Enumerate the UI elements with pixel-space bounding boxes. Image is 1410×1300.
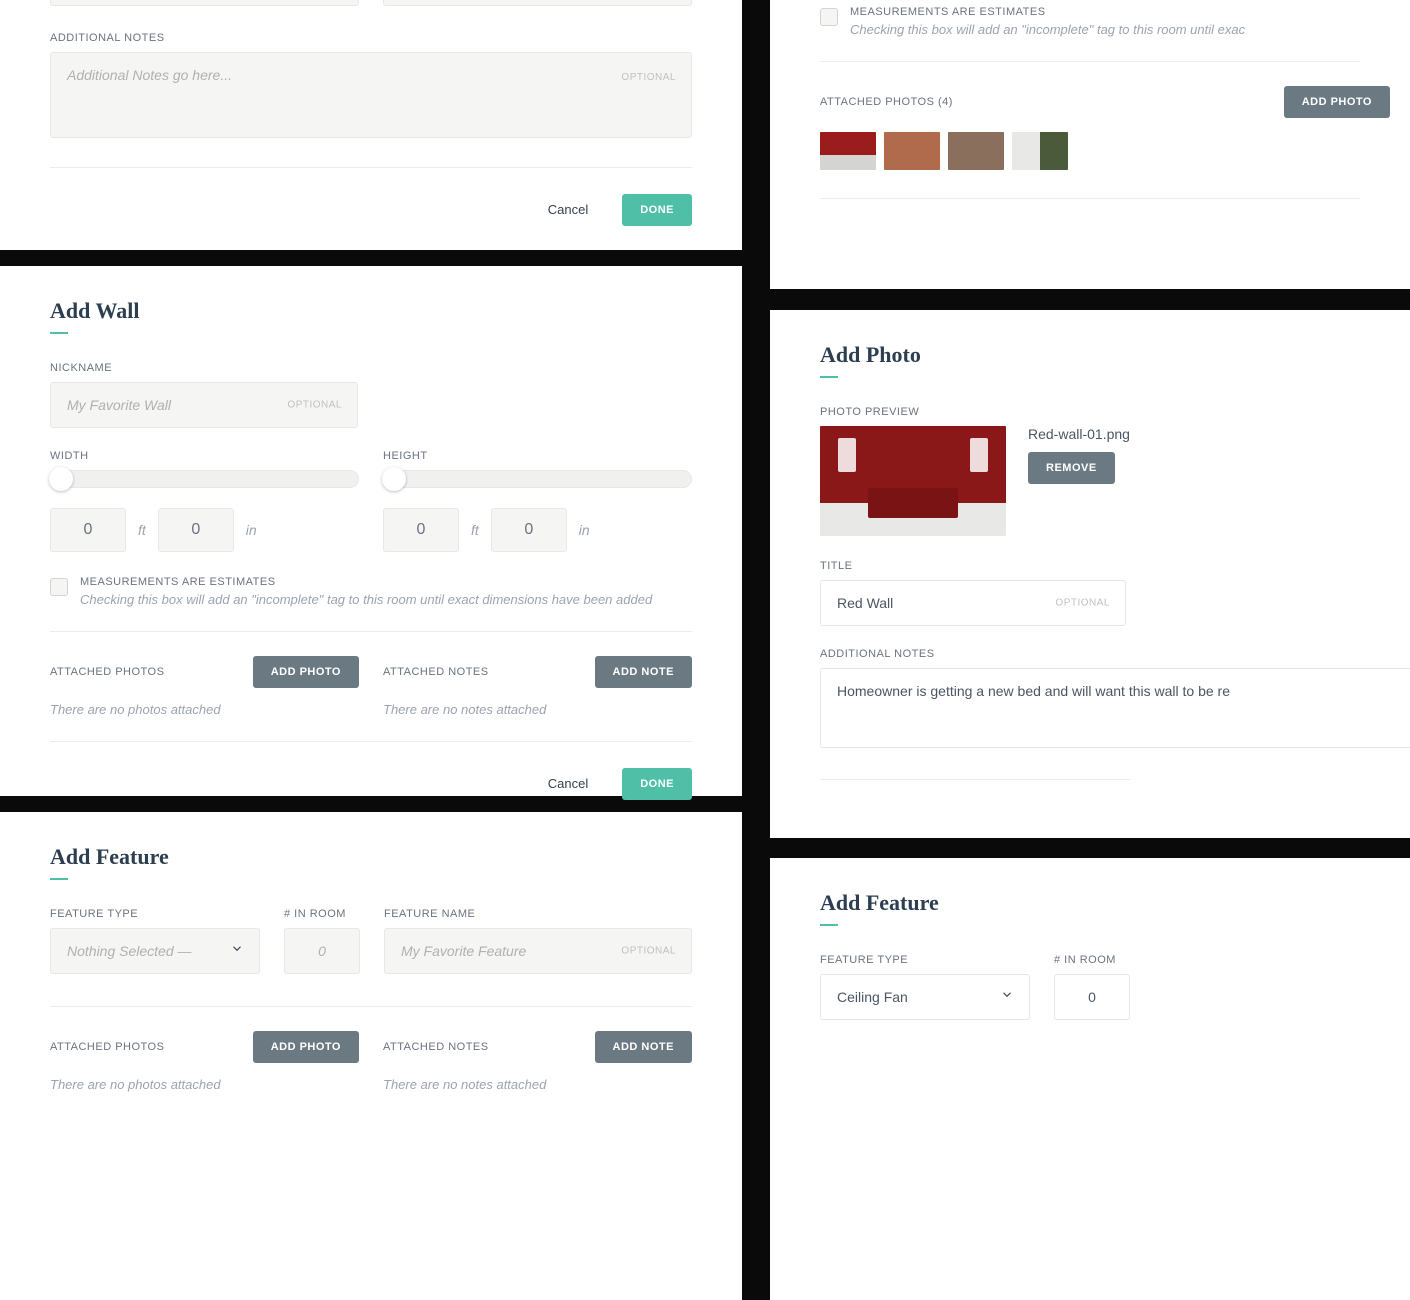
add-wall-heading: Add Wall bbox=[50, 298, 692, 324]
add-feature-heading: Add Feature bbox=[50, 844, 692, 870]
feature-name-input[interactable] bbox=[384, 928, 692, 974]
width-ft-input[interactable] bbox=[50, 508, 126, 552]
done-button[interactable]: DONE bbox=[622, 768, 692, 800]
estimates-checkbox[interactable] bbox=[50, 578, 68, 596]
count-label: # IN ROOM bbox=[284, 908, 360, 920]
photo-preview bbox=[820, 426, 1006, 536]
add-feature-heading: Add Feature bbox=[820, 890, 1360, 916]
no-notes-text: There are no notes attached bbox=[383, 702, 692, 717]
height-slider[interactable] bbox=[383, 470, 692, 488]
width-label: WIDTH bbox=[50, 450, 359, 462]
attached-photos-label: ATTACHED PHOTOS bbox=[50, 1041, 164, 1053]
add-photo-button[interactable]: ADD PHOTO bbox=[1284, 86, 1390, 118]
ft-unit: ft bbox=[138, 522, 146, 538]
add-photo-heading: Add Photo bbox=[820, 342, 1410, 368]
feature-type-select[interactable] bbox=[820, 974, 1030, 1020]
count-input[interactable] bbox=[284, 928, 360, 974]
cancel-button[interactable]: Cancel bbox=[530, 766, 606, 801]
feature-name-label: FEATURE NAME bbox=[384, 908, 692, 920]
add-note-button[interactable]: ADD NOTE bbox=[595, 656, 692, 688]
ft-unit: ft bbox=[471, 522, 479, 538]
title-input[interactable] bbox=[820, 580, 1126, 626]
photo-filename: Red-wall-01.png bbox=[1028, 426, 1130, 442]
height-in-input[interactable] bbox=[491, 508, 567, 552]
height-label: HEIGHT bbox=[383, 450, 692, 462]
slider-thumb[interactable] bbox=[382, 467, 406, 491]
in-unit: in bbox=[579, 522, 590, 538]
count-label: # IN ROOM bbox=[1054, 954, 1130, 966]
in-unit: in bbox=[246, 522, 257, 538]
photo-thumbnail[interactable] bbox=[820, 132, 876, 170]
photo-thumbnail[interactable] bbox=[884, 132, 940, 170]
no-notes-text: There are no notes attached bbox=[383, 1077, 692, 1092]
remove-button[interactable]: REMOVE bbox=[1028, 452, 1115, 484]
height-ft-input[interactable] bbox=[383, 508, 459, 552]
add-photo-button[interactable]: ADD PHOTO bbox=[253, 656, 359, 688]
count-input[interactable] bbox=[1054, 974, 1130, 1020]
feature-type-label: FEATURE TYPE bbox=[820, 954, 1030, 966]
photo-thumbnail[interactable] bbox=[1012, 132, 1068, 170]
slider-thumb[interactable] bbox=[49, 467, 73, 491]
attached-photos-label: ATTACHED PHOTOS (4) bbox=[820, 96, 953, 108]
add-note-button[interactable]: ADD NOTE bbox=[595, 1031, 692, 1063]
estimates-checkbox[interactable] bbox=[820, 8, 838, 26]
attached-photos-label: ATTACHED PHOTOS bbox=[50, 666, 164, 678]
no-photos-text: There are no photos attached bbox=[50, 702, 359, 717]
cancel-button[interactable]: Cancel bbox=[530, 192, 606, 227]
width-in-input[interactable] bbox=[158, 508, 234, 552]
estimates-label: MEASUREMENTS ARE ESTIMATES bbox=[80, 576, 652, 588]
additional-notes-textarea[interactable] bbox=[820, 668, 1410, 748]
additional-notes-textarea[interactable] bbox=[50, 52, 692, 138]
additional-notes-label: ADDITIONAL NOTES bbox=[50, 32, 692, 44]
estimates-subtext: Checking this box will add an "incomplet… bbox=[80, 592, 652, 607]
title-label: TITLE bbox=[820, 560, 1410, 572]
attached-notes-label: ATTACHED NOTES bbox=[383, 1041, 489, 1053]
nickname-input[interactable] bbox=[50, 382, 358, 428]
done-button[interactable]: DONE bbox=[622, 194, 692, 226]
estimates-label: MEASUREMENTS ARE ESTIMATES bbox=[850, 6, 1245, 18]
additional-notes-label: ADDITIONAL NOTES bbox=[820, 648, 1410, 660]
feature-type-select[interactable] bbox=[50, 928, 260, 974]
attached-notes-label: ATTACHED NOTES bbox=[383, 666, 489, 678]
add-photo-button[interactable]: ADD PHOTO bbox=[253, 1031, 359, 1063]
nickname-label: NICKNAME bbox=[50, 362, 692, 374]
feature-type-label: FEATURE TYPE bbox=[50, 908, 260, 920]
no-photos-text: There are no photos attached bbox=[50, 1077, 359, 1092]
photo-thumbnail[interactable] bbox=[948, 132, 1004, 170]
estimates-subtext: Checking this box will add an "incomplet… bbox=[850, 22, 1245, 37]
photo-preview-label: PHOTO PREVIEW bbox=[820, 406, 1410, 418]
width-slider[interactable] bbox=[50, 470, 359, 488]
